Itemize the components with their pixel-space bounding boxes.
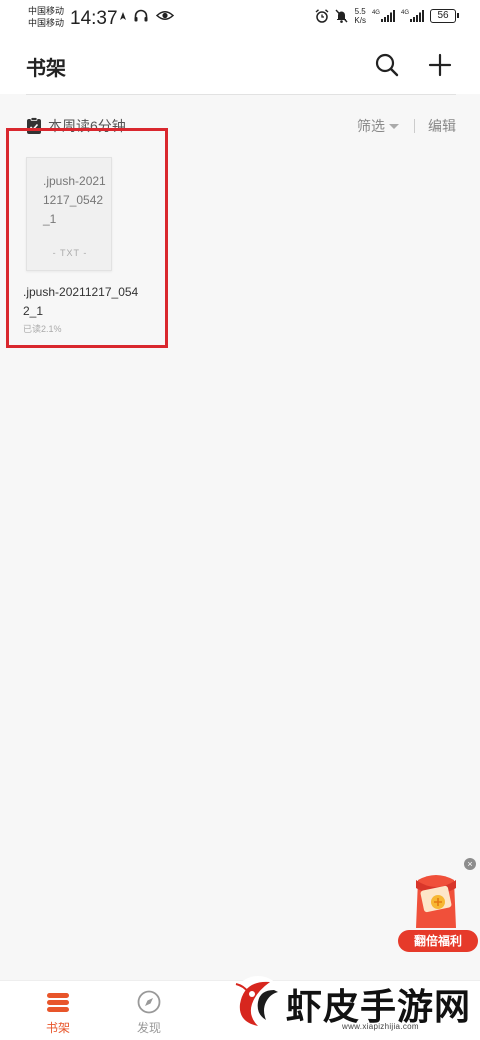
edit-button[interactable]: 编辑: [428, 116, 456, 136]
site-watermark: 虾皮手游网 www.xiapizhijia.com: [230, 972, 480, 1040]
book-cover[interactable]: .jpush-20211217_0542_1 - TXT -: [26, 157, 112, 271]
book-item[interactable]: .jpush-20211217_0542_1 - TXT - .jpush-20…: [6, 128, 168, 348]
watermark-url: www.xiapizhijia.com: [342, 1022, 419, 1031]
cover-format-label: - TXT -: [52, 248, 88, 258]
status-icons-left: [120, 9, 174, 22]
tab-discover[interactable]: 发现: [119, 989, 179, 1036]
clock: 14:37: [70, 8, 118, 29]
alarm-icon: [315, 9, 329, 23]
cover-title: .jpush-20211217_0542_1: [43, 174, 106, 226]
battery-icon: 56: [430, 9, 459, 23]
book-title: .jpush-20211217_0542_1: [23, 285, 139, 318]
add-book-button[interactable]: [425, 50, 455, 80]
bookshelf-icon: [47, 993, 69, 1012]
page-title: 书架: [26, 58, 66, 80]
promo-widget[interactable]: × 翻倍福利: [398, 858, 480, 952]
tab-discover-label: 发现: [136, 1021, 161, 1035]
filter-label: 筛选: [357, 118, 385, 134]
plus-icon: [428, 53, 452, 77]
signal-bars-icon: [380, 10, 395, 22]
tab-bookshelf[interactable]: 书架: [28, 989, 88, 1036]
shrimp-logo-icon: [232, 976, 284, 1028]
status-bar: 中国移动 中国移动 14:37 5.5 K/s 4G 4G 56: [0, 0, 480, 36]
app-header: 书架: [0, 36, 480, 94]
signal-2: 4G: [401, 10, 424, 22]
network-type-2: 4G: [400, 10, 409, 16]
compass-icon: [137, 990, 161, 1014]
eye-icon: [156, 11, 174, 20]
book-progress: 已读2.1%: [23, 324, 62, 334]
network-speed: 5.5 K/s: [354, 7, 366, 25]
signal-1: 4G: [372, 10, 395, 22]
search-icon: [375, 53, 399, 77]
promo-label: 翻倍福利: [398, 930, 478, 952]
caret-down-icon: [389, 123, 399, 129]
divider: [414, 119, 415, 133]
carrier-2: 中国移动: [28, 18, 65, 28]
location-icon: [120, 11, 126, 20]
network-speed-unit: K/s: [354, 16, 366, 25]
carrier-info: 中国移动 中国移动: [28, 5, 64, 29]
red-packet-icon: [416, 875, 456, 928]
search-button[interactable]: [372, 50, 402, 80]
headphones-icon: [134, 9, 148, 22]
close-icon[interactable]: ×: [464, 858, 476, 870]
network-type-1: 4G: [371, 10, 380, 16]
header-divider: [26, 94, 456, 95]
carrier-1: 中国移动: [28, 6, 65, 16]
status-icons-right: 5.5 K/s 4G 4G 56: [315, 7, 459, 25]
mute-bell-icon: [335, 9, 348, 23]
signal-bars-icon: [410, 10, 424, 22]
filter-button[interactable]: 筛选: [357, 116, 399, 136]
network-speed-value: 5.5: [354, 7, 366, 16]
tab-bookshelf-label: 书架: [45, 1021, 70, 1035]
